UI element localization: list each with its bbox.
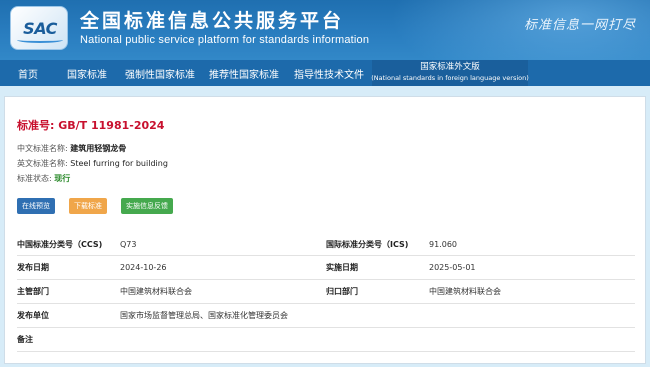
dept-value: 中国建筑材料联合会: [120, 287, 192, 296]
nav-item-foreign[interactable]: 国家标准外文版 (National standards in foreign l…: [371, 60, 529, 86]
nav-label: 首页: [18, 69, 38, 81]
header-slogan: 标准信息一网打尽: [523, 18, 636, 33]
issuer-label: 发布单位: [17, 311, 49, 320]
en-name-value: Steel furring for building: [70, 159, 168, 168]
owner-dept-value: 中国建筑材料联合会: [429, 287, 501, 296]
nav-label: 国家标准外文版: [420, 62, 480, 72]
en-name-label: 英文标准名称:: [17, 159, 68, 168]
table-row: 备注: [17, 328, 635, 352]
issuer-value: 国家市场监督管理总局、国家标准化管理委员会: [120, 311, 288, 320]
standard-number: 标准号: GB/T 11981-2024: [17, 119, 165, 132]
nav-label: 国家标准: [67, 69, 107, 81]
main-nav: 首页 国家标准 强制性国家标准 推荐性国家标准 指导性技术文件 国家标准外文版 …: [0, 60, 650, 86]
status-row: 标准状态: 现行: [17, 173, 70, 184]
table-row: 发布日期 2024-10-26 实施日期 2025-05-01: [17, 256, 635, 280]
en-name-row: 英文标准名称: Steel furring for building: [17, 158, 168, 169]
implement-date-label: 实施日期: [326, 263, 358, 272]
status-label: 标准状态:: [17, 174, 52, 183]
nav-item-national[interactable]: 国家标准: [56, 60, 118, 86]
site-title: 全国标准信息公共服务平台: [80, 10, 345, 32]
feedback-button[interactable]: 实施信息反馈: [121, 198, 173, 214]
ccs-value: Q73: [120, 239, 137, 249]
standard-detail-panel: 标准号: GB/T 11981-2024 中文标准名称: 建筑用轻钢龙骨 英文标…: [4, 96, 646, 364]
cn-name-row: 中文标准名称: 建筑用轻钢龙骨: [17, 143, 126, 154]
site-subtitle: National public service platform for sta…: [80, 34, 370, 46]
ics-label: 国际标准分类号（ICS): [326, 239, 409, 249]
ccs-label: 中国标准分类号（CCS): [17, 239, 103, 249]
implement-date-value: 2025-05-01: [429, 263, 476, 272]
dept-label: 主管部门: [17, 287, 49, 296]
logo-text: SAC: [23, 19, 57, 38]
nav-item-recommended[interactable]: 推荐性国家标准: [202, 60, 286, 86]
nav-label: 指导性技术文件: [294, 69, 364, 81]
nav-item-home[interactable]: 首页: [0, 60, 56, 86]
table-row: 主管部门 中国建筑材料联合会 归口部门 中国建筑材料联合会: [17, 280, 635, 304]
sac-logo[interactable]: SAC: [10, 6, 68, 50]
owner-dept-label: 归口部门: [326, 287, 358, 296]
detail-table: 中国标准分类号（CCS) Q73 国际标准分类号（ICS) 91.060 发布日…: [17, 233, 635, 352]
cn-name-label: 中文标准名称:: [17, 144, 68, 153]
logo-swoosh-icon: [17, 37, 63, 43]
download-button[interactable]: 下载标准: [69, 198, 107, 214]
table-row: 中国标准分类号（CCS) Q73 国际标准分类号（ICS) 91.060: [17, 233, 635, 256]
nav-item-mandatory[interactable]: 强制性国家标准: [118, 60, 202, 86]
cn-name-value: 建筑用轻钢龙骨: [70, 144, 127, 153]
preview-button[interactable]: 在线预览: [17, 198, 55, 214]
publish-date-label: 发布日期: [17, 263, 49, 272]
publish-date-value: 2024-10-26: [120, 263, 167, 272]
status-badge: 现行: [54, 174, 71, 183]
table-row: 发布单位 国家市场监督管理总局、国家标准化管理委员会: [17, 304, 635, 328]
nav-label: 推荐性国家标准: [209, 69, 279, 81]
nav-sublabel: (National standards in foreign language …: [371, 74, 529, 82]
site-header: SAC 全国标准信息公共服务平台 National public service…: [0, 0, 650, 60]
remark-label: 备注: [17, 335, 33, 344]
nav-label: 强制性国家标准: [125, 69, 195, 81]
ics-value: 91.060: [429, 239, 457, 249]
nav-item-guidance[interactable]: 指导性技术文件: [286, 60, 372, 86]
